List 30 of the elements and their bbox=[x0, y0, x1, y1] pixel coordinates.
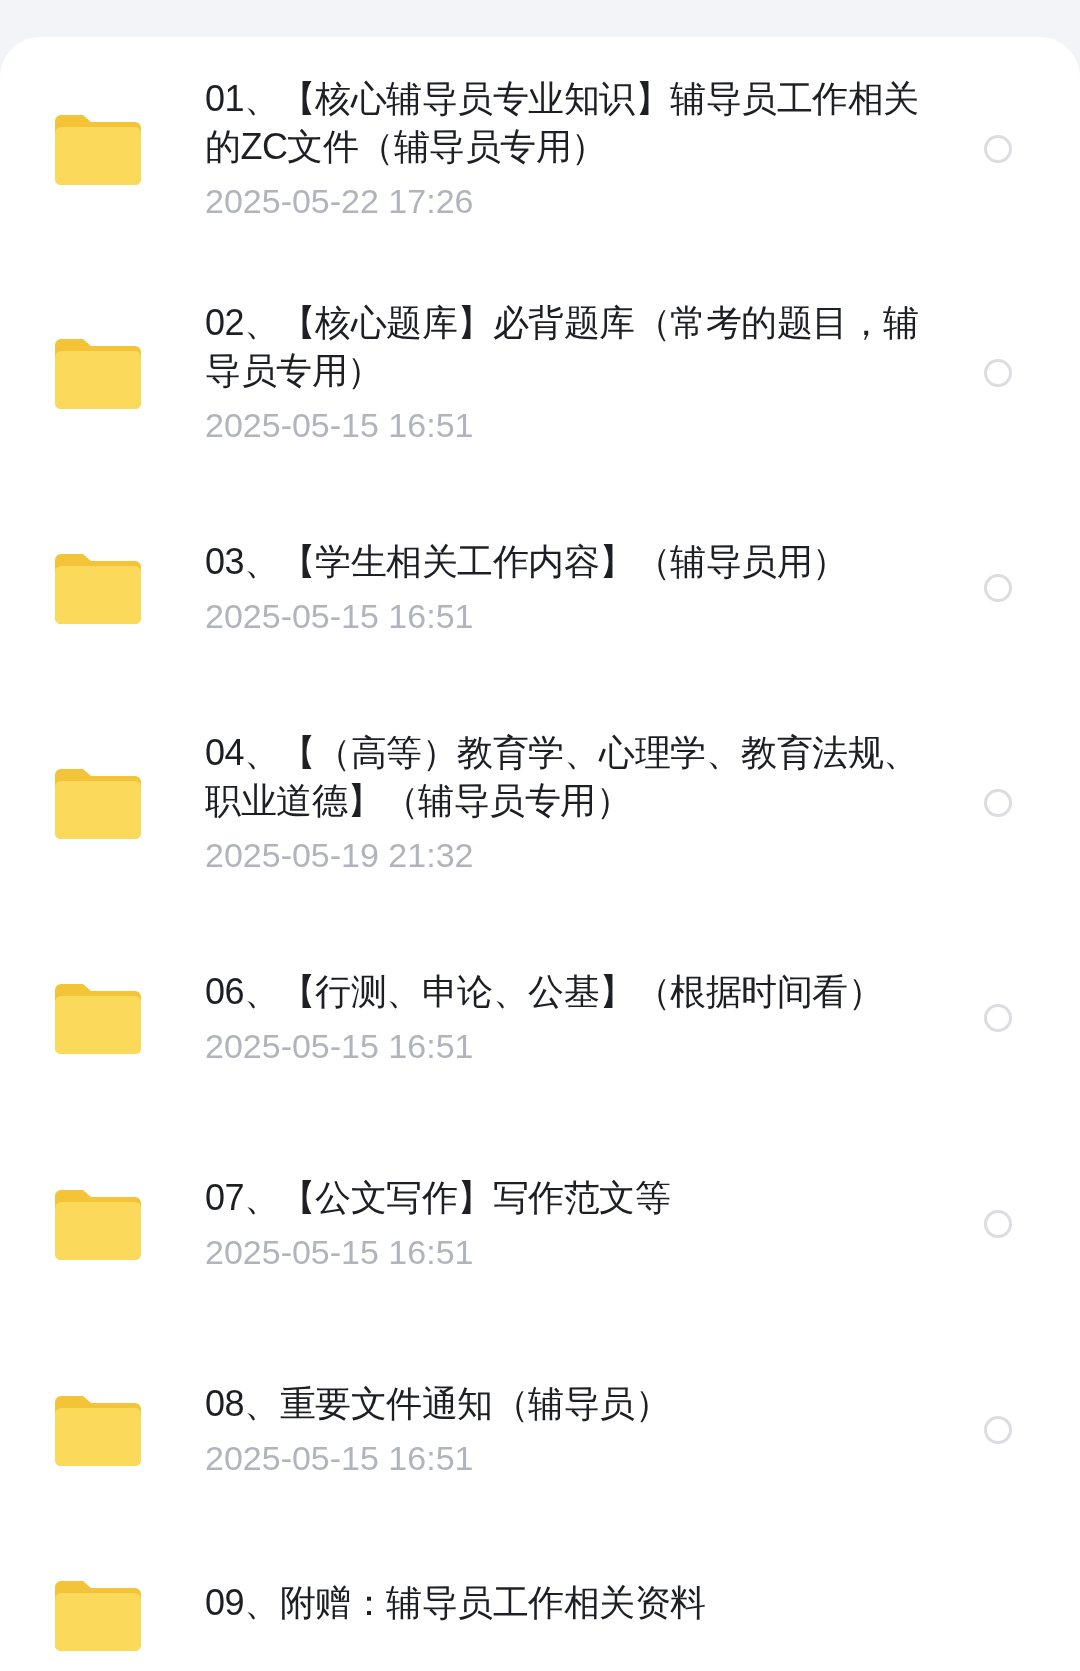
folder-icon bbox=[55, 113, 141, 185]
folder-icon bbox=[55, 552, 141, 624]
select-radio[interactable] bbox=[984, 1210, 1012, 1238]
modified-date: 2025-05-15 16:51 bbox=[205, 1026, 475, 1067]
folder-name[interactable]: 02、【核心题库】必背题库（常考的题目，辅导员专用） bbox=[205, 299, 925, 395]
folder-name[interactable]: 07、【公文写作】写作范文等 bbox=[205, 1174, 925, 1222]
folder-name[interactable]: 01、【核心辅导员专业知识】辅导员工作相关的ZC文件（辅导员专用） bbox=[205, 75, 925, 171]
folder-name[interactable]: 03、【学生相关工作内容】（辅导员用） bbox=[205, 538, 925, 586]
select-radio[interactable] bbox=[984, 1004, 1012, 1032]
select-radio[interactable] bbox=[984, 789, 1012, 817]
folder-icon bbox=[55, 982, 141, 1054]
folder-name[interactable]: 09、附赠：辅导员工作相关资料 bbox=[205, 1579, 925, 1627]
modified-date: 2025-05-15 16:51 bbox=[205, 1232, 475, 1273]
modified-date: 2025-05-15 16:51 bbox=[205, 1438, 475, 1479]
modified-date: 2025-05-19 21:32 bbox=[205, 835, 475, 876]
modified-date: 2025-05-15 16:51 bbox=[205, 596, 475, 637]
folder-icon bbox=[55, 337, 141, 409]
folder-icon bbox=[55, 767, 141, 839]
modified-date: 2025-05-22 17:26 bbox=[205, 181, 475, 222]
select-radio[interactable] bbox=[984, 135, 1012, 163]
select-radio[interactable] bbox=[984, 574, 1012, 602]
folder-name[interactable]: 06、【行测、申论、公基】（根据时间看） bbox=[205, 968, 925, 1016]
folder-name[interactable]: 08、重要文件通知（辅导员） bbox=[205, 1380, 925, 1428]
select-radio[interactable] bbox=[984, 359, 1012, 387]
modified-date: 2025-05-15 16:51 bbox=[205, 405, 475, 446]
folder-name[interactable]: 04、【（高等）教育学、心理学、教育法规、职业道德】（辅导员专用） bbox=[205, 729, 925, 825]
folder-icon bbox=[55, 1188, 141, 1260]
select-radio[interactable] bbox=[984, 1416, 1012, 1444]
folder-icon bbox=[55, 1394, 141, 1466]
folder-icon bbox=[55, 1579, 141, 1651]
